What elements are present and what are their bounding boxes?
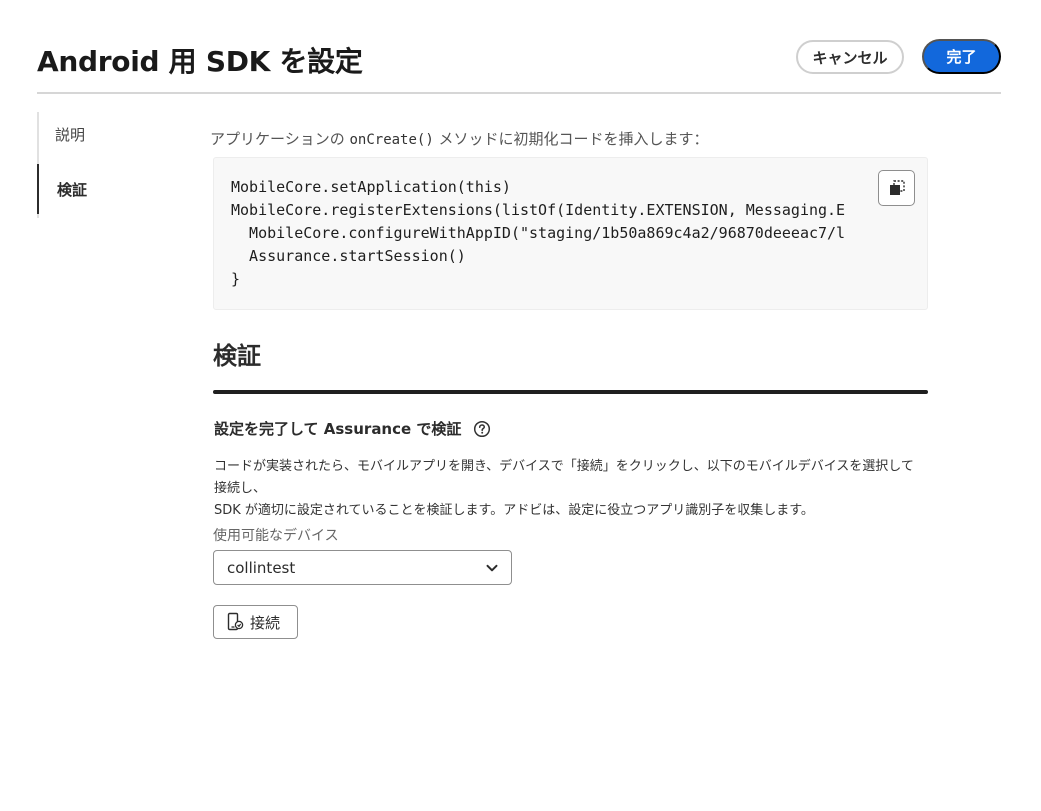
cancel-button[interactable]: キャンセル <box>796 40 904 74</box>
dialog-header: Android 用 SDK を設定 キャンセル 完了 <box>37 36 1001 94</box>
mobile-device-icon <box>227 612 244 631</box>
device-select-value: collintest <box>227 558 296 577</box>
copy-code-button[interactable] <box>878 170 915 206</box>
page-title: Android 用 SDK を設定 <box>37 45 363 78</box>
device-field-label: 使用可能なデバイス <box>213 528 339 544</box>
chevron-down-icon <box>486 564 498 572</box>
nav-item-label: 説明 <box>55 125 86 144</box>
section-divider <box>213 390 928 394</box>
code-line: } <box>231 270 241 288</box>
code-text: MobileCore.setApplication(this) MobileCor… <box>231 176 863 291</box>
verify-subheading-text: 設定を完了して Assurance で検証 <box>214 420 462 438</box>
done-button[interactable]: 完了 <box>922 39 1001 74</box>
connect-button[interactable]: 接続 <box>213 605 298 639</box>
nav-item-description[interactable]: 説明 <box>37 112 187 156</box>
code-line: Assurance.startSession() <box>231 247 466 265</box>
code-instruction: アプリケーションの onCreate() メソッドに初期化コードを挿入します： <box>210 128 709 149</box>
nav-item-verify[interactable]: 検証 <box>37 164 187 214</box>
device-select[interactable]: collintest <box>213 550 512 585</box>
side-navigation: 説明 検証 <box>37 112 187 218</box>
code-line: MobileCore.registerExtensions(listOf(Ide… <box>231 201 846 219</box>
code-line: MobileCore.configureWithAppID("staging/1… <box>231 224 846 242</box>
description-line: コードが実装されたら、モバイルアプリを開き、デバイスで「接続」をクリックし、以下… <box>214 459 914 496</box>
nav-item-label: 検証 <box>57 180 88 199</box>
connect-button-label: 接続 <box>250 613 281 632</box>
copy-icon <box>889 180 905 195</box>
verify-description: コードが実装されたら、モバイルアプリを開き、デバイスで「接続」をクリックし、以下… <box>214 456 914 522</box>
code-snippet: MobileCore.setApplication(this) MobileCor… <box>213 157 928 310</box>
verify-subheading: 設定を完了して Assurance で検証 <box>214 418 491 439</box>
instruction-prefix: アプリケーションの <box>210 130 350 148</box>
verify-section-title: 検証 <box>213 342 261 370</box>
instruction-suffix: メソッドに初期化コードを挿入します： <box>433 130 709 148</box>
code-line: MobileCore.setApplication(this) <box>231 178 511 196</box>
description-line: SDK が適切に設定されていることを検証します。アドビは、設定に役立つアプリ識別… <box>214 503 814 518</box>
help-circle-icon[interactable] <box>473 420 491 438</box>
instruction-method: onCreate() <box>349 132 434 148</box>
